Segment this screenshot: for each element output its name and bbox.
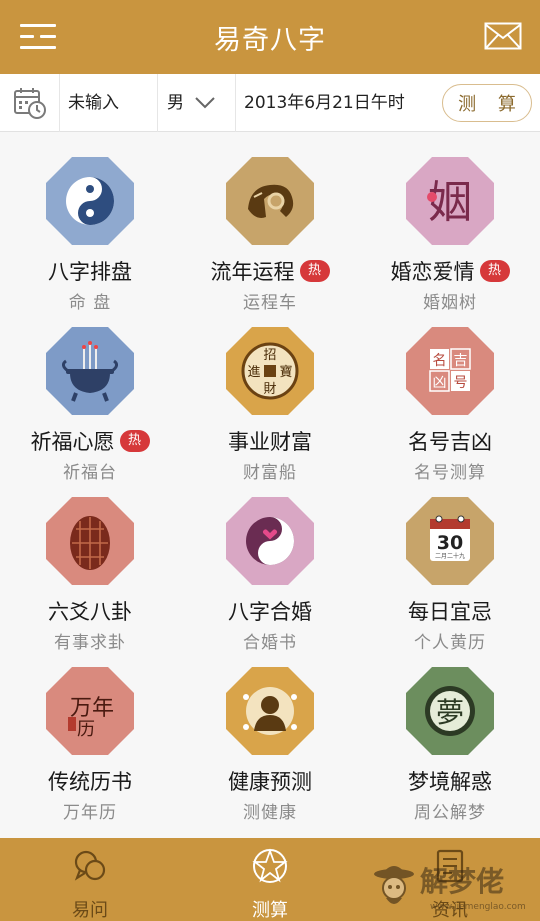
feature-title-text: 健康预测 — [228, 770, 312, 794]
hot-badge: 热 — [299, 260, 330, 282]
chevron-down-icon — [195, 96, 215, 108]
feature-tile[interactable]: 健康预测 测健康 — [180, 642, 360, 823]
feature-tile[interactable]: 流年运程热 运程车 — [180, 132, 360, 313]
app-header: 易奇八字 — [0, 0, 540, 74]
feature-tile[interactable]: 名 吉 凶 号 名号吉凶 名号测算 — [360, 302, 540, 483]
feature-title-text: 名号吉凶 — [408, 430, 492, 454]
feature-subtitle: 万年历 — [63, 803, 117, 823]
feature-title: 事业财富 — [180, 426, 360, 456]
tab-cesuan[interactable]: 测算 — [180, 838, 360, 921]
birth-datetime-field[interactable]: 2013年6月21日午时 — [236, 74, 442, 132]
svg-text:夢: 夢 — [436, 696, 464, 729]
hot-badge: 热 — [479, 260, 510, 282]
svg-text:二月二十九: 二月二十九 — [435, 552, 465, 560]
svg-text:吉: 吉 — [454, 353, 468, 369]
name-seal-icon: 名 吉 凶 号 — [406, 327, 494, 415]
tab-label: 易问 — [72, 900, 108, 921]
feature-title-text: 流年运程 — [210, 260, 295, 284]
birth-input-bar: 未输入 男 2013年6月21日午时 测 算 — [0, 73, 540, 132]
feature-tile[interactable]: 姻 婚恋爱情热 婚姻树 — [360, 132, 540, 313]
health-person-icon — [226, 667, 314, 755]
feature-title-text: 八字排盘 — [48, 260, 132, 284]
bagua-star-icon — [252, 848, 288, 883]
calculate-button[interactable]: 测 算 — [442, 83, 532, 122]
coin-icon: 招 進 寶 財 — [226, 327, 314, 415]
svg-text:万年: 万年 — [70, 696, 114, 721]
feature-title: 祈福心愿热 — [0, 426, 180, 456]
dream-icon: 夢 — [406, 667, 494, 755]
feature-tile[interactable]: 招 進 寶 財 事业财富 财富船 — [180, 302, 360, 483]
yin-yang-icon — [46, 157, 134, 245]
app-title: 易奇八字 — [214, 24, 326, 56]
svg-text:招: 招 — [263, 348, 276, 363]
marriage-character-icon: 姻 — [406, 157, 494, 245]
feature-title: 婚恋爱情热 — [360, 256, 540, 286]
feature-tile[interactable]: 万年 历 传统历书 万年历 — [0, 642, 180, 823]
feature-title-text: 八字合婚 — [228, 600, 312, 624]
gender-value: 男 — [167, 92, 184, 113]
svg-text:历: 历 — [77, 719, 95, 740]
watermark-text: 解梦佬 — [420, 865, 505, 898]
chat-bubbles-icon — [74, 850, 106, 881]
svg-text:名: 名 — [433, 353, 447, 369]
feature-title: 流年运程热 — [180, 256, 360, 286]
tab-label: 测算 — [252, 900, 288, 921]
menu-icon[interactable] — [20, 24, 56, 50]
feature-grid: 八字排盘 命 盘 流年运程热 运程车 姻 婚恋爱情热 婚姻树 祈福心愿 热 祈福… — [0, 132, 540, 838]
feature-title: 八字合婚 — [180, 596, 360, 626]
feature-title: 传统历书 — [0, 766, 180, 796]
feature-tile[interactable]: 六爻八卦 有事求卦 — [0, 472, 180, 653]
feature-tile[interactable]: 八字排盘 命 盘 — [0, 132, 180, 313]
svg-text:凶: 凶 — [433, 375, 447, 391]
calendar-clock-icon[interactable] — [0, 73, 60, 132]
almanac-icon: 万年 历 — [46, 667, 134, 755]
gender-select[interactable]: 男 — [158, 73, 236, 132]
feature-title: 名号吉凶 — [360, 426, 540, 456]
feature-title-text: 每日宜忌 — [408, 600, 492, 624]
feature-title-text: 梦境解惑 — [408, 770, 492, 794]
svg-text:寶: 寶 — [279, 364, 292, 380]
tortoise-shell-icon — [46, 497, 134, 585]
watermark: 解梦佬 www.jiemenglao.com — [372, 852, 540, 921]
feature-subtitle: 周公解梦 — [414, 803, 486, 823]
heart-yin-yang-icon — [226, 497, 314, 585]
feature-title: 每日宜忌 — [360, 596, 540, 626]
calendar-30-icon: 30 二月二十九 — [406, 497, 494, 585]
hot-badge: 热 — [119, 430, 150, 452]
mail-icon[interactable] — [484, 22, 522, 50]
feature-tile[interactable]: 祈福心愿热 祈福台 — [0, 302, 180, 483]
feature-subtitle: 测健康 — [243, 803, 297, 823]
feature-title-text: 事业财富 — [228, 430, 312, 454]
feature-tile[interactable]: 八字合婚 合婚书 — [180, 472, 360, 653]
svg-text:進: 進 — [247, 365, 260, 380]
feature-title: 八字排盘 — [0, 256, 180, 286]
tab-yiwen[interactable]: 易问 — [0, 838, 180, 921]
incense-burner-icon — [46, 327, 134, 415]
name-field[interactable]: 未输入 — [60, 73, 158, 132]
feature-title-text: 祈福心愿 — [30, 430, 115, 454]
feature-title: 梦境解惑 — [360, 766, 540, 796]
feature-title-text: 六爻八卦 — [48, 600, 132, 624]
svg-text:30: 30 — [437, 532, 463, 554]
feature-title-text: 婚恋爱情 — [390, 260, 475, 284]
feature-title: 健康预测 — [180, 766, 360, 796]
feature-tile[interactable]: 30 二月二十九 每日宜忌 个人黄历 — [360, 472, 540, 653]
feature-title: 六爻八卦 — [0, 596, 180, 626]
svg-text:号: 号 — [454, 375, 468, 391]
ram-icon — [226, 157, 314, 245]
detective-logo-icon — [374, 866, 414, 904]
feature-tile[interactable]: 夢 梦境解惑 周公解梦 — [360, 642, 540, 823]
watermark-url: www.jiemenglao.com — [430, 902, 526, 912]
feature-title-text: 传统历书 — [48, 770, 132, 794]
svg-text:姻: 姻 — [428, 177, 472, 228]
svg-text:財: 財 — [263, 382, 276, 397]
